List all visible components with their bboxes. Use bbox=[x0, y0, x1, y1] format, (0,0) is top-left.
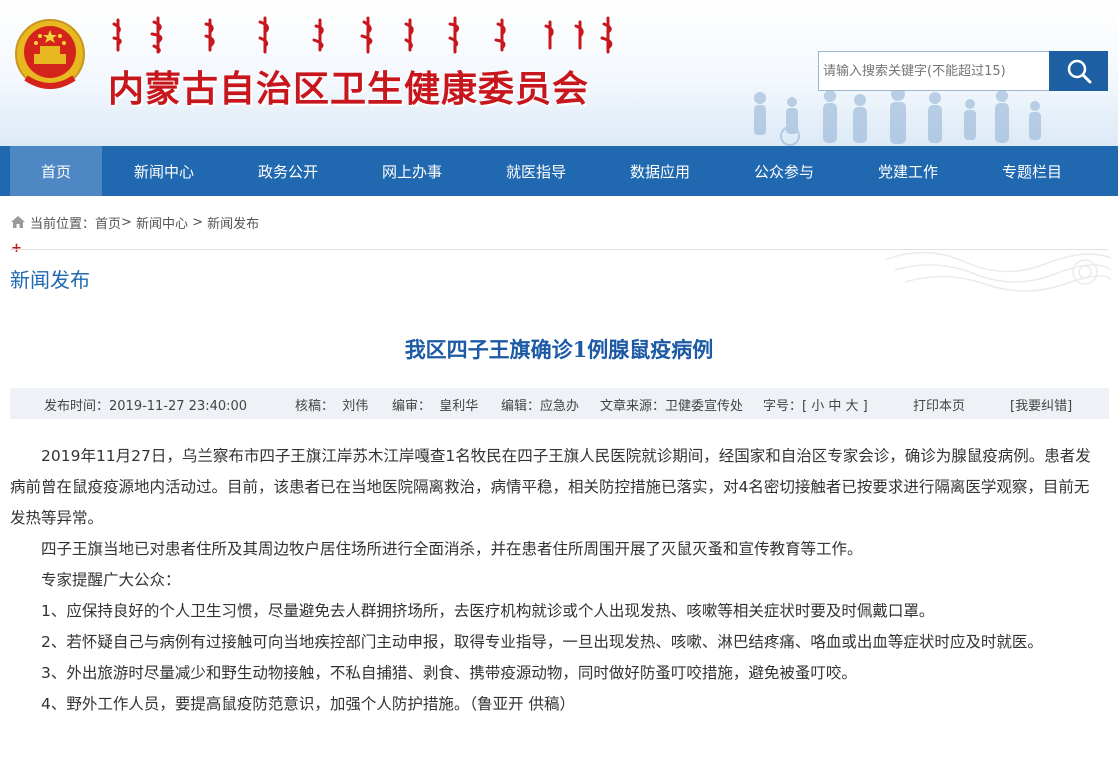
reviewer: 核稿： 刘伟 bbox=[295, 399, 369, 414]
publish-time: 发布时间：2019-11-27 23:40:00 bbox=[44, 399, 248, 414]
article-source: 文章来源：卫健委宣传处 bbox=[600, 399, 744, 414]
breadcrumb-home-link[interactable]: 首页 bbox=[95, 213, 121, 232]
article-paragraph: 4、野外工作人员，要提高鼠疫防范意识，加强个人防护措施。（鲁亚开 供稿） bbox=[41, 695, 576, 713]
breadcrumb: 当前位置： 首页 > 新闻中心 > 新闻发布 bbox=[10, 212, 259, 232]
compiler: 编辑：应急办 bbox=[501, 399, 580, 414]
article-paragraph: 专家提醒广大公众： bbox=[41, 571, 181, 589]
breadcrumb-news-center-link[interactable]: 新闻中心 bbox=[136, 213, 188, 232]
nav-item-data-applications[interactable]: 数据应用 bbox=[598, 146, 722, 196]
article-meta-bar: 发布时间：2019-11-27 23:40:00 核稿： 刘伟 编审： 皇利华 … bbox=[10, 388, 1109, 419]
nav-item-special-topics[interactable]: 专题栏目 bbox=[970, 146, 1094, 196]
article-paragraph: 1、应保持良好的个人卫生习惯，尽量避免去人群拥挤场所，去医疗机构就诊或个人出现发… bbox=[41, 602, 935, 620]
pattern-decoration bbox=[885, 251, 1111, 292]
main-nav: 首页 新闻中心 政务公开 网上办事 就医指导 数据应用 公众参与 党建工作 专题… bbox=[0, 146, 1118, 196]
mongolian-script-title bbox=[112, 16, 613, 54]
nav-item-home[interactable]: 首页 bbox=[10, 146, 102, 196]
search-icon bbox=[1067, 59, 1091, 84]
national-emblem-icon bbox=[15, 19, 85, 89]
article-title: 我区四子王旗确诊1例腺鼠疫病例 bbox=[404, 337, 714, 362]
section-title: 新闻发布 bbox=[10, 268, 90, 292]
font-size-selector[interactable]: 字号：[ 小 中 大 ] bbox=[763, 395, 868, 414]
article-paragraph: 2、若怀疑自己与病例有过接触可向当地疾控部门主动申报，取得专业指导，一旦出现发热… bbox=[41, 633, 1043, 651]
breadcrumb-news-release-link[interactable]: 新闻发布 bbox=[207, 213, 259, 232]
people-silhouettes-decoration bbox=[754, 88, 1041, 146]
search-button[interactable] bbox=[1049, 51, 1108, 91]
home-icon bbox=[11, 216, 25, 228]
site-header: 内蒙古自治区卫生健康委员会 bbox=[0, 0, 1118, 146]
article-paragraph: 2019年11月27日，乌兰察布市四子王旗江岸苏木江岸嘎查1名牧民在四子王旗人民… bbox=[10, 447, 1091, 527]
article-paragraph: 四子王旗当地已对患者住所及其周边牧户居住场所进行全面消杀，并在患者住所周围开展了… bbox=[41, 540, 863, 558]
editor: 编审： 皇利华 bbox=[392, 399, 479, 414]
article-paragraph: 3、外出旅游时尽量减少和野生动物接触，不私自捕猎、剥食、携带疫源动物，同时做好防… bbox=[41, 664, 857, 682]
nav-item-medical-guide[interactable]: 就医指导 bbox=[474, 146, 598, 196]
search-field[interactable] bbox=[818, 51, 1050, 91]
nav-item-online-services[interactable]: 网上办事 bbox=[350, 146, 474, 196]
breadcrumb-prefix: 当前位置： bbox=[30, 216, 96, 232]
breadcrumb-separator: > bbox=[187, 214, 208, 230]
nav-item-party-building[interactable]: 党建工作 bbox=[846, 146, 970, 196]
report-error-link[interactable]: [我要纠错] bbox=[1010, 395, 1072, 414]
print-page-link[interactable]: 打印本页 bbox=[913, 395, 965, 414]
nav-item-news-center[interactable]: 新闻中心 bbox=[102, 146, 226, 196]
site-title: 内蒙古自治区卫生健康委员会 bbox=[108, 69, 590, 110]
breadcrumb-separator: > bbox=[121, 214, 132, 230]
article-body: 2019年11月27日，乌兰察布市四子王旗江岸苏木江岸嘎查1名牧民在四子王旗人民… bbox=[10, 441, 1100, 720]
nav-item-public-participation[interactable]: 公众参与 bbox=[722, 146, 846, 196]
nav-item-government-affairs[interactable]: 政务公开 bbox=[226, 146, 350, 196]
search-input[interactable] bbox=[823, 63, 1045, 79]
